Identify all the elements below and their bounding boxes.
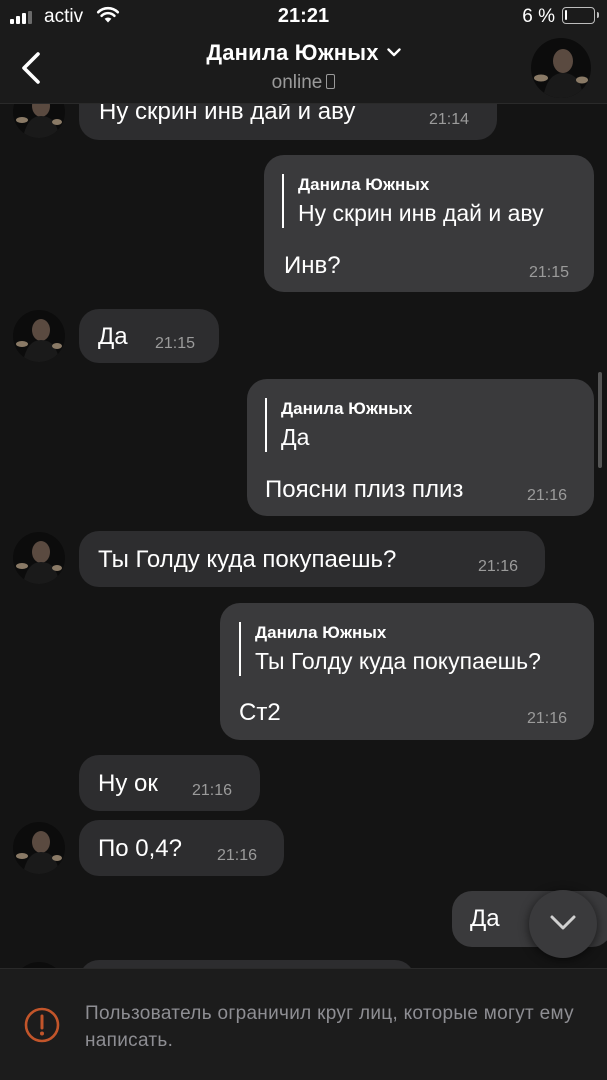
contact-title[interactable]: Данила Южных: [0, 40, 607, 66]
message-time: 21:15: [529, 264, 570, 281]
scroll-indicator[interactable]: [598, 372, 602, 468]
message-time: 21:16: [527, 487, 568, 504]
outgoing-message[interactable]: Данила Южных Ну скрин инв дай и аву Инв?…: [264, 155, 594, 292]
contact-status: online: [0, 72, 607, 94]
chevron-down-icon: [386, 48, 401, 57]
battery-icon: [562, 7, 599, 24]
incoming-message[interactable]: Ты Голду куда покупаешь? 21:16: [79, 531, 545, 587]
incoming-message[interactable]: Ну ок 21:16: [79, 755, 260, 811]
exclamation-circle-icon: [24, 1007, 60, 1043]
reply-quote[interactable]: Данила Южных Ты Голду куда покупаешь?: [239, 622, 541, 676]
mobile-phone-icon: [326, 74, 336, 89]
contact-avatar[interactable]: [13, 822, 65, 874]
outgoing-message[interactable]: Данила Южных Да Поясни плиз плиз 21:16: [247, 379, 594, 516]
incoming-message[interactable]: По 0,4? 21:16: [79, 820, 284, 876]
reply-quote[interactable]: Данила Южных Ну скрин инв дай и аву: [282, 174, 544, 228]
contact-avatar[interactable]: [13, 532, 65, 584]
reply-quote[interactable]: Данила Южных Да: [265, 398, 412, 452]
quote-author: Данила Южных: [298, 175, 430, 194]
message-time: 21:16: [478, 558, 519, 575]
incoming-message[interactable]: Да 21:15: [79, 309, 219, 363]
restriction-bar: Пользователь ограничил круг лиц, которые…: [0, 968, 607, 1080]
message-time: 21:14: [429, 111, 470, 128]
message-list[interactable]: Ну скрин инв дай и аву 21:14 Данила Южны…: [0, 0, 607, 1080]
message-text: Да: [98, 323, 128, 350]
message-time: 21:16: [192, 782, 233, 799]
quote-text: Ты Голду куда покупаешь?: [255, 648, 541, 674]
battery-level-fill: [565, 10, 567, 20]
scroll-down-button[interactable]: [529, 890, 597, 958]
quote-text: Ну скрин инв дай и аву: [298, 200, 544, 226]
header-avatar[interactable]: [531, 38, 591, 98]
quote-text: Да: [281, 424, 310, 450]
contact-name: Данила Южных: [206, 40, 379, 65]
message-time: 21:15: [155, 335, 196, 352]
quote-author: Данила Южных: [255, 623, 387, 642]
message-text: Инв?: [284, 252, 341, 279]
online-status: online: [271, 72, 323, 93]
contact-avatar[interactable]: [13, 310, 65, 362]
battery-percent: 6 %: [522, 6, 555, 27]
clock: 21:21: [277, 5, 330, 27]
chat-header: Данила Южных online: [0, 34, 607, 104]
message-time: 21:16: [217, 847, 258, 864]
restriction-notice: Пользователь ограничил круг лиц, которые…: [85, 1003, 574, 1051]
message-text: По 0,4?: [98, 835, 182, 862]
chevron-down-icon: [550, 915, 576, 930]
message-text: Ну ок: [98, 770, 158, 797]
message-text: Поясни плиз плиз: [265, 476, 464, 503]
outgoing-message[interactable]: Данила Южных Ты Голду куда покупаешь? Ст…: [220, 603, 594, 740]
quote-author: Данила Южных: [281, 399, 413, 418]
message-time: 21:16: [527, 710, 568, 727]
message-text: Ты Голду куда покупаешь?: [98, 546, 397, 573]
message-text: Ст2: [239, 699, 281, 726]
status-bar: activ 21:21 6 %: [0, 0, 607, 34]
message-text: Да: [470, 905, 500, 932]
